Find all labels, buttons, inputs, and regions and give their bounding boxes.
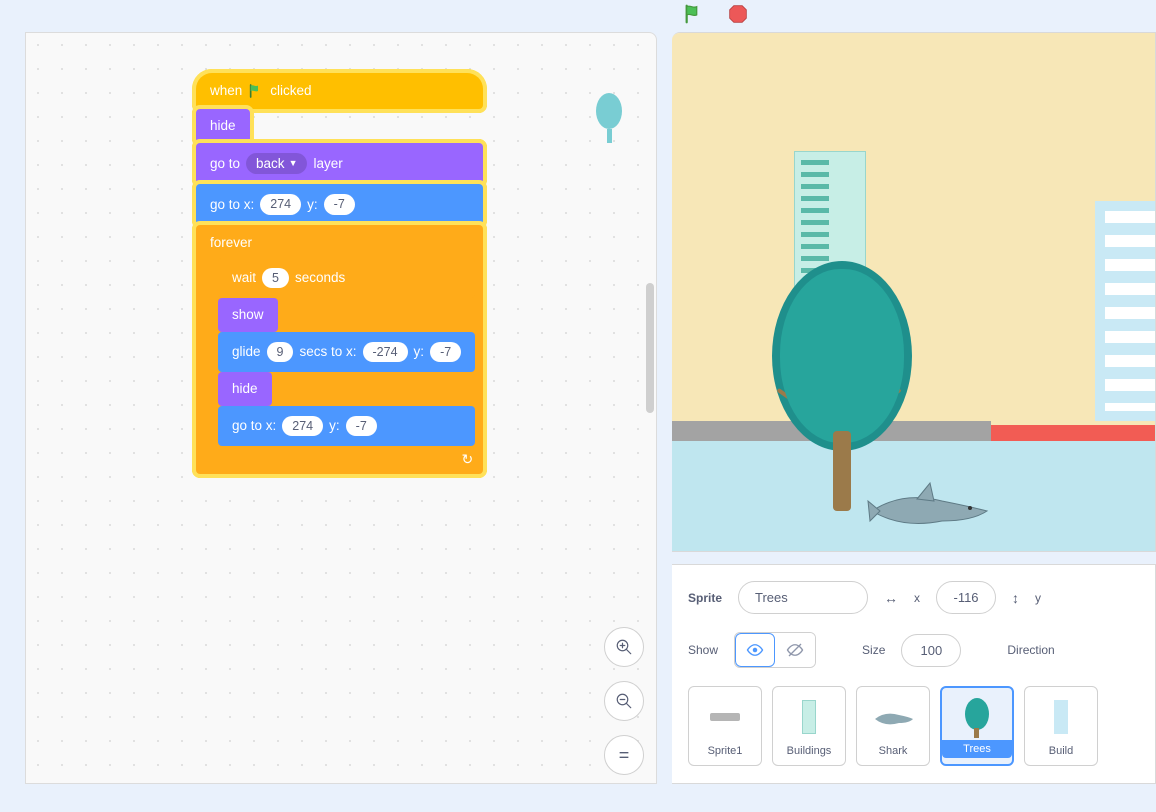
y-input[interactable]: -7 — [346, 416, 377, 437]
block-label: secs to x: — [299, 345, 356, 359]
sprite-thumb — [957, 694, 997, 734]
tile-label: Shark — [879, 743, 908, 759]
y-label: y — [1035, 591, 1041, 605]
sprite-name-input[interactable]: Trees — [738, 581, 868, 614]
when-flag-clicked-block[interactable]: when clicked — [196, 73, 483, 109]
block-stack[interactable]: when clicked hide go to back ▼ layer go … — [196, 73, 483, 474]
go-to-xy-block[interactable]: go to x: 274 y: -7 — [196, 184, 483, 225]
building-sprite — [1095, 201, 1155, 421]
seconds-input[interactable]: 9 — [267, 342, 294, 363]
block-label: y: — [329, 419, 340, 433]
go-to-xy-block[interactable]: go to x: 274 y: -7 — [218, 406, 475, 447]
sprite-thumb — [705, 697, 745, 737]
size-label: Size — [862, 643, 885, 657]
show-block[interactable]: show — [218, 298, 278, 332]
sprite-thumbnail-corner — [596, 93, 622, 143]
x-position-input[interactable]: -116 — [936, 581, 996, 614]
zoom-in-button[interactable] — [604, 627, 644, 667]
tree-sprite[interactable] — [772, 261, 912, 451]
glide-block[interactable]: glide 9 secs to x: -274 y: -7 — [218, 332, 475, 373]
x-input[interactable]: -274 — [363, 342, 408, 363]
block-label: when — [210, 84, 242, 98]
sprite-tile-sprite1[interactable]: Sprite1 — [688, 686, 762, 766]
scripts-workspace[interactable]: when clicked hide go to back ▼ layer go … — [25, 32, 657, 784]
sprite-tile-build[interactable]: Build — [1024, 686, 1098, 766]
stop-icon — [728, 4, 748, 24]
y-input[interactable]: -7 — [324, 194, 355, 215]
loop-arrow-icon: ↻ — [461, 451, 473, 468]
show-visible-button[interactable] — [735, 633, 775, 667]
layer-dropdown[interactable]: back ▼ — [246, 153, 307, 175]
sprite-tile-buildings[interactable]: Buildings — [772, 686, 846, 766]
hide-block[interactable]: hide — [218, 372, 272, 406]
block-label: hide — [232, 382, 258, 396]
block-label: forever — [204, 233, 475, 258]
block-label: clicked — [270, 84, 311, 98]
tile-label: Sprite1 — [708, 743, 743, 759]
wait-block[interactable]: wait 5 seconds — [218, 258, 475, 299]
tile-label: Build — [1049, 743, 1073, 759]
shark-icon — [862, 481, 992, 531]
block-label: show — [232, 308, 264, 322]
block-label: go to — [210, 157, 240, 171]
chevron-down-icon: ▼ — [289, 159, 298, 168]
x-input[interactable]: 274 — [260, 194, 301, 215]
zoom-in-icon — [615, 638, 633, 656]
go-to-layer-block[interactable]: go to back ▼ layer — [196, 143, 483, 185]
block-label: wait — [232, 271, 256, 285]
dropdown-value: back — [256, 157, 285, 171]
sprite-label: Sprite — [688, 591, 722, 605]
stop-button[interactable] — [720, 0, 756, 28]
visibility-toggle — [734, 632, 816, 668]
sprite-tile-shark[interactable]: Shark — [856, 686, 930, 766]
direction-label: Direction — [1007, 643, 1054, 657]
green-flag-icon — [683, 3, 705, 25]
eye-off-icon — [786, 641, 804, 659]
show-label: Show — [688, 643, 718, 657]
y-axis-icon: ↕ — [1012, 590, 1019, 606]
block-label: glide — [232, 345, 261, 359]
block-label: y: — [307, 198, 318, 212]
hide-block[interactable]: hide — [196, 109, 250, 143]
zoom-out-icon — [615, 692, 633, 710]
x-label: x — [914, 591, 920, 605]
green-flag-button[interactable] — [676, 0, 712, 28]
tile-label: Buildings — [787, 743, 832, 759]
block-label: hide — [210, 119, 236, 133]
zoom-reset-button[interactable]: = — [604, 735, 644, 775]
eye-icon — [746, 641, 764, 659]
block-label: seconds — [295, 271, 345, 285]
zoom-out-button[interactable] — [604, 681, 644, 721]
x-input[interactable]: 274 — [282, 416, 323, 437]
equals-icon: = — [619, 745, 630, 766]
seconds-input[interactable]: 5 — [262, 268, 289, 289]
sprite-tile-trees[interactable]: Trees — [940, 686, 1014, 766]
block-label: go to x: — [232, 419, 276, 433]
block-label: go to x: — [210, 198, 254, 212]
tile-label: Trees — [942, 740, 1012, 758]
shark-sprite[interactable] — [862, 481, 992, 531]
stage[interactable] — [672, 32, 1156, 552]
size-input[interactable]: 100 — [901, 634, 961, 667]
block-label: y: — [414, 345, 425, 359]
sprite-thumb — [1041, 697, 1081, 737]
show-hidden-button[interactable] — [775, 633, 815, 667]
green-flag-icon — [248, 83, 264, 99]
forever-block[interactable]: forever wait 5 seconds show glide 9 secs… — [196, 225, 483, 475]
x-axis-icon: ↔ — [884, 590, 898, 606]
sprite-list: Sprite1 Buildings Shark Trees — [688, 686, 1139, 766]
block-label: layer — [313, 157, 342, 171]
y-input[interactable]: -7 — [430, 342, 461, 363]
sprite-info-panel: Sprite Trees ↔ x -116 ↕ y Show Size — [672, 564, 1156, 784]
sprite-thumb — [789, 697, 829, 737]
sprite-thumb — [873, 697, 913, 737]
